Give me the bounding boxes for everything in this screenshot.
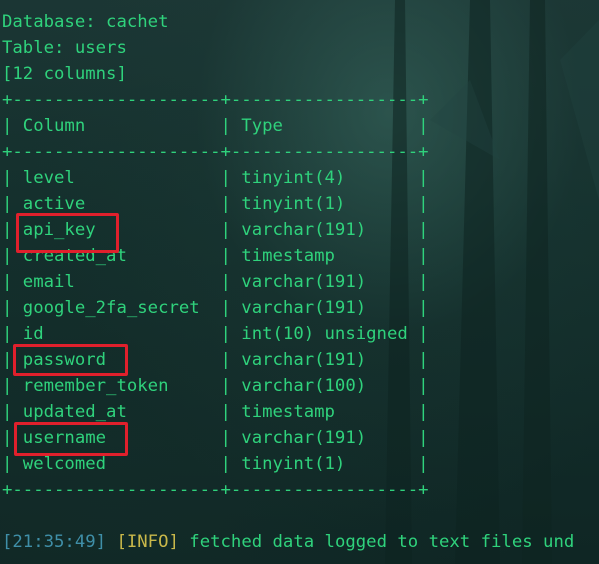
table-border-bottom: +--------------------+------------------…	[2, 480, 429, 500]
log-level-open: [	[116, 532, 127, 552]
log-timestamp: 21:35:49	[12, 532, 96, 552]
table-row-remember-token: | remember_token | varchar(100) |	[2, 376, 429, 396]
log-level-close: ]	[168, 532, 179, 552]
table-border-top: +--------------------+------------------…	[2, 90, 429, 110]
log-message: fetched data logged to text files und	[178, 532, 575, 552]
table-line: Table: users	[2, 38, 127, 58]
table-border-mid: +--------------------+------------------…	[2, 142, 429, 162]
database-line: Database: cachet	[2, 12, 169, 32]
table-row-level: | level | tinyint(4) |	[2, 168, 429, 188]
table-header-row: | Column | Type |	[2, 116, 429, 136]
log-line: [21:35:49] [INFO] fetched data logged to…	[2, 529, 574, 555]
table-row-email: | email | varchar(191) |	[2, 272, 429, 292]
highlight-box-api-key	[16, 213, 119, 253]
columns-count-line: [12 columns]	[2, 64, 127, 84]
log-level: INFO	[126, 532, 169, 552]
log-bracket-open: [	[2, 532, 13, 552]
highlight-box-password	[13, 344, 128, 376]
table-row-google-2fa-secret: | google_2fa_secret | varchar(191) |	[2, 298, 429, 318]
log-bracket-close: ]	[95, 532, 117, 552]
highlight-box-username	[14, 422, 128, 456]
